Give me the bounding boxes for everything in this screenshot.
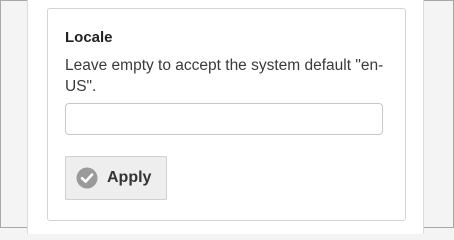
locale-heading: Locale	[65, 29, 113, 46]
apply-button-label: Apply	[107, 169, 152, 186]
locale-input[interactable]	[65, 103, 383, 135]
check-circle-icon	[76, 167, 98, 189]
apply-button[interactable]: Apply	[65, 156, 167, 200]
locale-description: Leave empty to accept the system default…	[65, 57, 384, 95]
